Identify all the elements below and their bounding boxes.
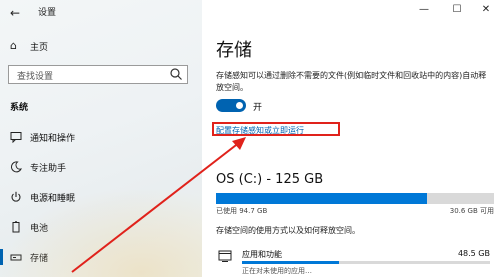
close-button[interactable]: ✕ <box>476 4 496 15</box>
category-size: 48.5 GB <box>457 249 490 258</box>
category-name: 应用和功能 <box>242 250 282 259</box>
search-input[interactable]: 查找设置 <box>8 65 188 84</box>
storage-icon <box>10 254 22 261</box>
toggle-state-label: 开 <box>253 103 263 113</box>
power-icon <box>11 191 21 202</box>
moon-icon <box>10 161 22 173</box>
page-title: 存储 <box>216 40 252 61</box>
main-content: — ☐ ✕ 存储 存储感知可以通过删除不需要的文件(例如临时文件和回收站中的内容… <box>202 0 500 277</box>
sidebar-section-header: 系统 <box>10 103 29 113</box>
app-title: 设置 <box>38 8 57 18</box>
sidebar-item-label: 电池 <box>30 224 49 234</box>
drive-used-label: 已使用 94.7 GB <box>216 207 268 215</box>
sidebar-item-label: 存储 <box>30 254 49 264</box>
search-icon <box>170 68 182 80</box>
category-usage-fill <box>242 261 339 264</box>
sidebar-item-label: 主页 <box>30 43 49 53</box>
settings-window: ← 设置 ⌂ 主页 查找设置 系统 通知和操作 专注助手 电源和睡眠 电池 存储… <box>0 0 500 277</box>
drive-free-label: 30.6 GB 可用 <box>449 207 494 215</box>
sidebar-item-focus-assist[interactable]: 专注助手 <box>0 155 202 179</box>
sidebar: ← 设置 ⌂ 主页 查找设置 系统 通知和操作 专注助手 电源和睡眠 电池 存储 <box>0 0 202 277</box>
sidebar-item-home[interactable]: ⌂ 主页 <box>0 38 202 56</box>
sidebar-item-battery[interactable]: 电池 <box>0 215 202 239</box>
battery-icon <box>12 221 20 233</box>
sidebar-item-label: 电源和睡眠 <box>30 194 76 204</box>
category-apps-features[interactable]: 应用和功能 48.5 GB 正在对未使用的应用… <box>216 247 494 277</box>
storage-sense-toggle[interactable] <box>216 99 246 112</box>
message-icon <box>10 132 22 143</box>
usage-note: 存储空间的使用方式以及如何释放空间。 <box>216 226 360 235</box>
home-icon: ⌂ <box>10 39 17 52</box>
sidebar-item-label: 通知和操作 <box>30 134 76 144</box>
category-usage-bar <box>242 261 490 264</box>
sidebar-item-notifications[interactable]: 通知和操作 <box>0 125 202 149</box>
category-subtext: 正在对未使用的应用… <box>242 267 312 275</box>
sidebar-item-label: 专注助手 <box>30 164 67 174</box>
configure-storage-sense-link[interactable]: 配置存储感知或立即运行 <box>216 125 304 136</box>
drive-title: OS (C:) - 125 GB <box>216 172 324 187</box>
apps-icon <box>218 250 232 262</box>
minimize-button[interactable]: — <box>414 4 434 15</box>
drive-usage-bar <box>216 193 494 204</box>
sidebar-item-storage[interactable]: 存储 <box>0 245 202 269</box>
storage-sense-description: 存储感知可以通过删除不需要的文件(例如临时文件和回收站中的内容)自动释放空间。 <box>216 71 487 92</box>
search-placeholder: 查找设置 <box>17 72 54 82</box>
back-arrow-icon[interactable]: ← <box>10 6 24 20</box>
sidebar-item-power-sleep[interactable]: 电源和睡眠 <box>0 185 202 209</box>
drive-usage-fill <box>216 193 427 204</box>
maximize-button[interactable]: ☐ <box>447 4 467 15</box>
